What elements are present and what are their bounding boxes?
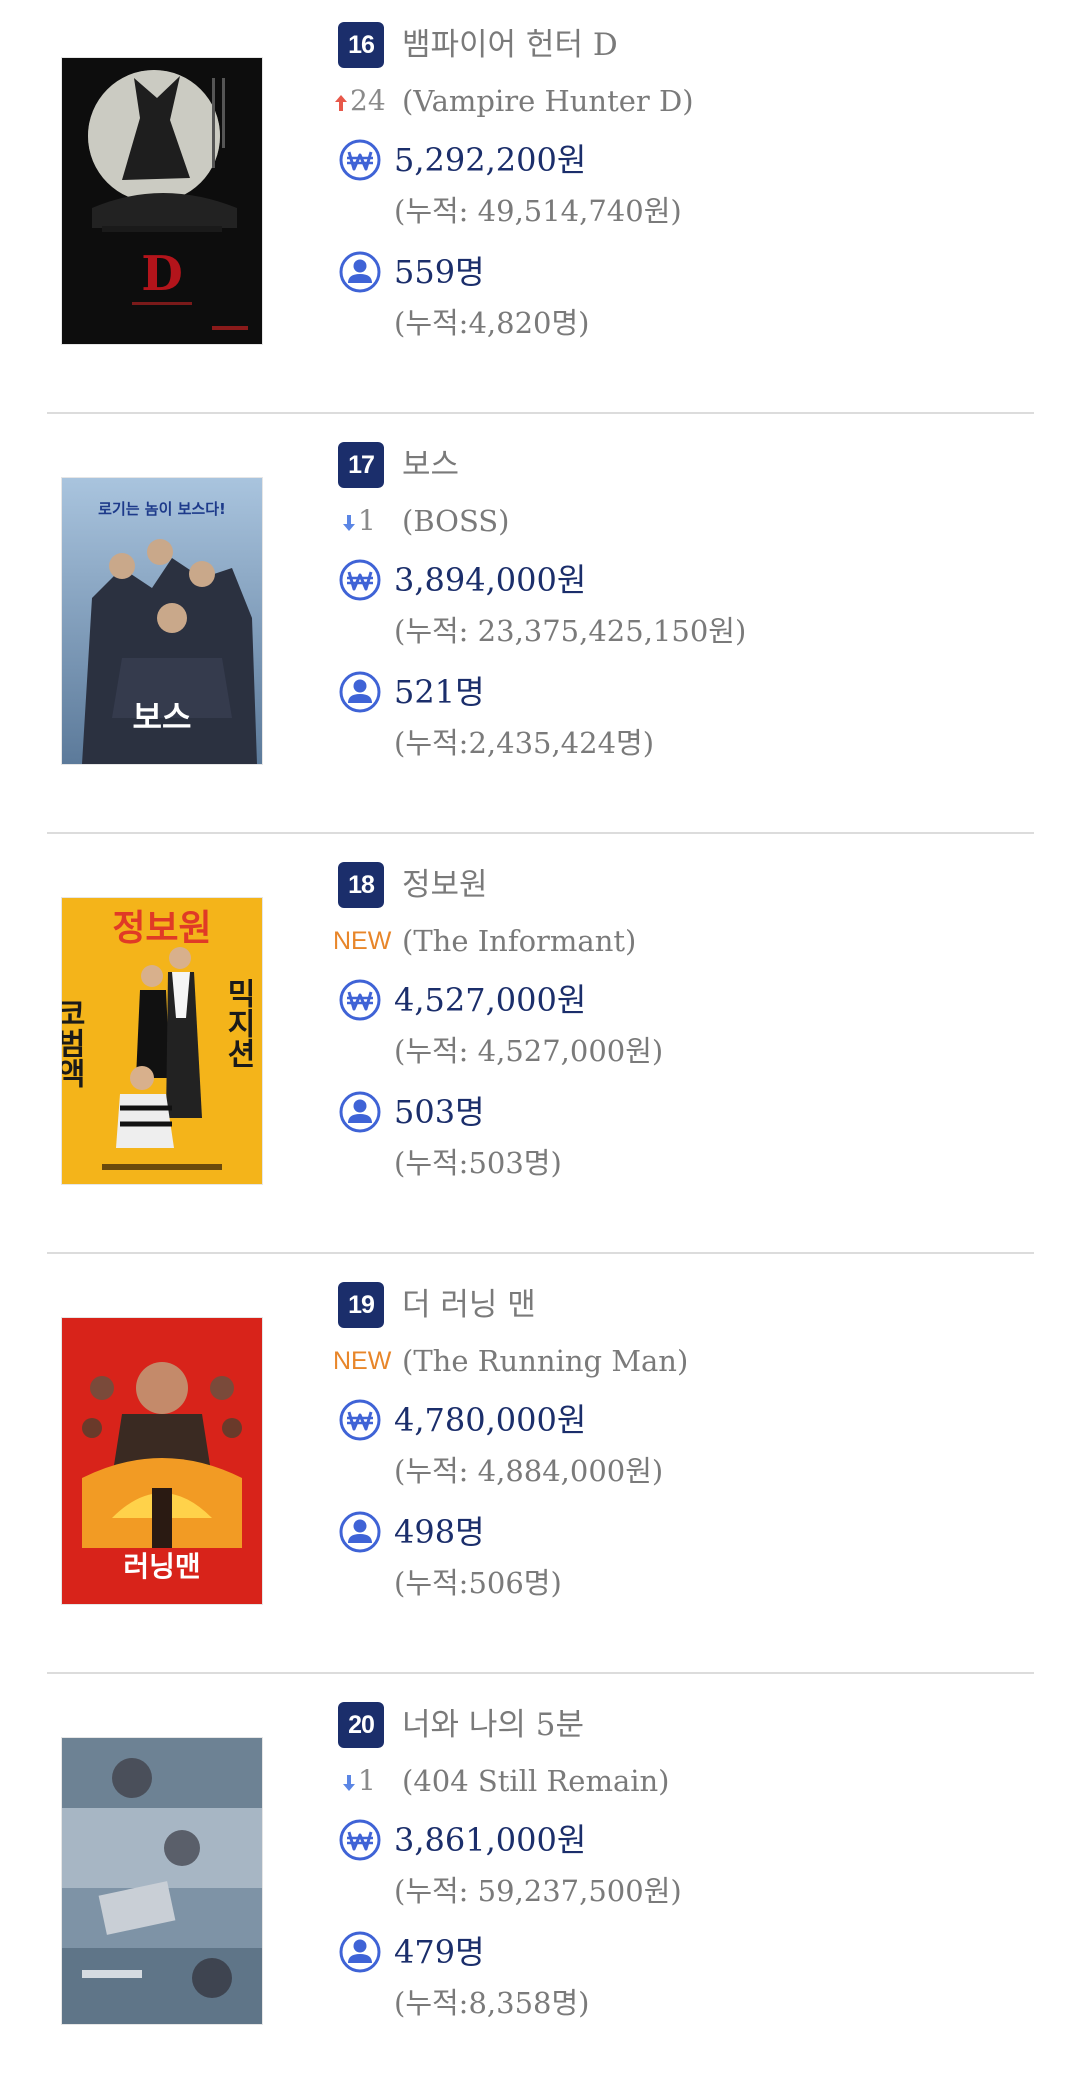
rank-change: 1 — [342, 1760, 376, 1802]
movie-title[interactable]: 뱀파이어 헌터 D — [402, 24, 618, 66]
poster-title: 러닝맨 — [123, 1550, 200, 1583]
rank-change: 1 — [342, 500, 376, 542]
poster-title: 정보원 — [112, 908, 211, 949]
divider — [47, 1252, 1034, 1254]
list-item[interactable]: 정보원 코범액 믹지션 18 정보원 NEW (The Informant) 4… — [0, 840, 1080, 1260]
won-circle-icon — [339, 559, 381, 601]
cumulative-sales: (누적: 59,237,500원) — [394, 1874, 682, 1908]
daily-audience: 498명 — [394, 1513, 485, 1551]
poster-image-informant: 정보원 코범액 믹지션 — [62, 898, 262, 1184]
movie-title[interactable]: 보스 — [402, 444, 459, 486]
daily-sales: 3,894,000원 — [394, 561, 587, 599]
divider — [47, 1672, 1034, 1674]
poster-image-404-still-remain — [62, 1738, 262, 2024]
daily-sales: 4,527,000원 — [394, 981, 587, 1019]
movie-title-english: (The Running Man) — [402, 1344, 689, 1378]
list-item[interactable]: D 16 뱀파이어 헌터 D 24 (Vampire Hunter D) 5,2… — [0, 0, 1080, 420]
movie-poster[interactable] — [62, 1738, 262, 2024]
cumulative-audience: (누적:2,435,424명) — [394, 726, 655, 760]
poster-left-text: 코범액 — [62, 998, 86, 1088]
cumulative-audience: (누적:4,820명) — [394, 306, 590, 340]
cumulative-sales: (누적: 23,375,425,150원) — [394, 614, 747, 648]
rank-badge: 16 — [338, 22, 384, 68]
daily-audience: 479명 — [394, 1933, 485, 1971]
rank-change: NEW — [333, 920, 391, 962]
movie-title-english: (BOSS) — [402, 504, 510, 538]
rank-badge: 18 — [338, 862, 384, 908]
cumulative-sales: (누적: 49,514,740원) — [394, 194, 682, 228]
person-circle-icon — [339, 1091, 381, 1133]
list-item[interactable]: 로기는 놈이 보스다! 보스 17 보스 1 (BOSS) 3,894,000원 — [0, 420, 1080, 840]
arrow-down-icon — [343, 1774, 355, 1791]
person-circle-icon — [339, 251, 381, 293]
cumulative-audience: (누적:503명) — [394, 1146, 562, 1180]
person-circle-icon — [339, 1931, 381, 1973]
movie-title-english: (404 Still Remain) — [402, 1764, 670, 1798]
movie-title[interactable]: 너와 나의 5분 — [402, 1704, 584, 1746]
movie-poster[interactable]: 정보원 코범액 믹지션 — [62, 898, 262, 1184]
box-office-list: D 16 뱀파이어 헌터 D 24 (Vampire Hunter D) 5,2… — [0, 0, 1080, 2080]
rank-change: 24 — [334, 80, 386, 122]
new-badge: NEW — [333, 927, 392, 955]
list-item[interactable]: 20 너와 나의 5분 1 (404 Still Remain) 3,861,0… — [0, 1680, 1080, 2100]
cumulative-sales: (누적: 4,884,000원) — [394, 1454, 664, 1488]
poster-caption: D — [141, 246, 183, 302]
won-circle-icon — [339, 979, 381, 1021]
poster-image-vampire-hunter-d: D — [62, 58, 262, 344]
poster-image-boss: 로기는 놈이 보스다! 보스 — [62, 478, 262, 764]
rank-badge: 19 — [338, 1282, 384, 1328]
person-circle-icon — [339, 1511, 381, 1553]
cumulative-audience: (누적:8,358명) — [394, 1986, 590, 2020]
new-badge: NEW — [333, 1347, 392, 1375]
list-item[interactable]: 러닝맨 19 더 러닝 맨 NEW (The Running Man) 4,78… — [0, 1260, 1080, 1680]
daily-audience: 503명 — [394, 1093, 485, 1131]
divider — [47, 832, 1034, 834]
daily-sales: 5,292,200원 — [394, 141, 587, 179]
poster-right-text: 믹지션 — [221, 978, 256, 1068]
cumulative-sales: (누적: 4,527,000원) — [394, 1034, 664, 1068]
movie-title[interactable]: 더 러닝 맨 — [402, 1284, 536, 1326]
poster-image-running-man: 러닝맨 — [62, 1318, 262, 1604]
rank-change-value: 1 — [358, 504, 376, 537]
arrow-down-icon — [343, 514, 355, 531]
daily-sales: 3,861,000원 — [394, 1821, 587, 1859]
daily-sales: 4,780,000원 — [394, 1401, 587, 1439]
poster-tagline: 로기는 놈이 보스다! — [98, 500, 226, 518]
rank-change-value: 1 — [358, 1764, 376, 1797]
movie-title-english: (Vampire Hunter D) — [402, 84, 694, 118]
daily-audience: 559명 — [394, 253, 485, 291]
cumulative-audience: (누적:506명) — [394, 1566, 562, 1600]
rank-change-value: 24 — [350, 84, 386, 117]
movie-poster[interactable]: D — [62, 58, 262, 344]
rank-badge: 17 — [338, 442, 384, 488]
movie-poster[interactable]: 로기는 놈이 보스다! 보스 — [62, 478, 262, 764]
poster-title: 보스 — [133, 698, 192, 736]
rank-change: NEW — [333, 1340, 391, 1382]
won-circle-icon — [339, 1399, 381, 1441]
movie-title-english: (The Informant) — [402, 924, 637, 958]
won-circle-icon — [339, 139, 381, 181]
daily-audience: 521명 — [394, 673, 485, 711]
movie-poster[interactable]: 러닝맨 — [62, 1318, 262, 1604]
person-circle-icon — [339, 671, 381, 713]
won-circle-icon — [339, 1819, 381, 1861]
divider — [47, 412, 1034, 414]
rank-badge: 20 — [338, 1702, 384, 1748]
movie-title[interactable]: 정보원 — [402, 864, 488, 906]
arrow-up-icon — [335, 94, 347, 111]
